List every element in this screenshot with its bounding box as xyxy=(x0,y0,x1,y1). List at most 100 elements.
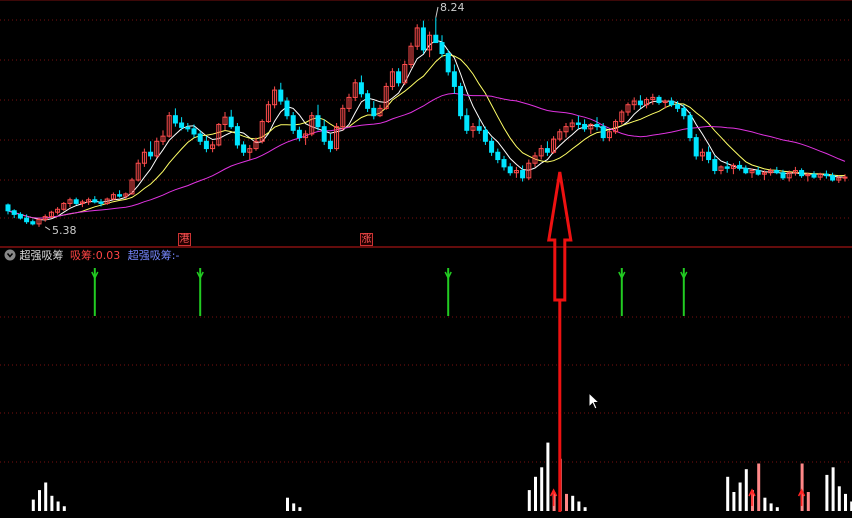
candle xyxy=(148,141,154,160)
candle-body xyxy=(520,170,526,179)
candle-body xyxy=(241,144,247,153)
candle-body xyxy=(637,100,643,106)
candle-body xyxy=(439,42,445,55)
candle xyxy=(792,166,798,176)
candle-body xyxy=(507,166,513,174)
candle xyxy=(154,137,160,159)
candle xyxy=(464,108,470,134)
signal-arrow xyxy=(196,268,204,316)
candle xyxy=(110,192,116,201)
candle-body xyxy=(830,175,836,181)
histogram-bar xyxy=(56,501,60,511)
candle xyxy=(706,146,712,164)
candle-body xyxy=(30,221,36,225)
histogram-bar xyxy=(62,506,66,511)
candle xyxy=(507,163,513,176)
indicator-name[interactable]: 超强吸筹 xyxy=(20,249,64,262)
candle-body xyxy=(234,126,240,146)
candle xyxy=(5,203,11,215)
badge-zhang: 涨 xyxy=(360,233,373,246)
candle-body xyxy=(712,159,718,172)
candle-body xyxy=(5,204,11,212)
candle xyxy=(402,60,408,85)
candle xyxy=(799,168,805,178)
candle-body xyxy=(73,199,79,204)
candle xyxy=(458,82,464,120)
candle-body xyxy=(681,107,687,117)
histogram-bar xyxy=(831,467,835,511)
candle xyxy=(805,172,811,182)
candle-body xyxy=(396,71,402,84)
candle xyxy=(588,123,594,134)
candle-body xyxy=(358,82,364,95)
candle xyxy=(656,95,662,105)
candle xyxy=(439,35,445,58)
candle xyxy=(389,68,395,91)
candle-body xyxy=(743,167,749,174)
candle-body xyxy=(451,71,457,87)
histogram-bar xyxy=(744,469,748,511)
candle-body xyxy=(706,151,712,161)
candle-body xyxy=(668,100,674,106)
candle xyxy=(272,86,278,109)
candle-body xyxy=(501,159,507,168)
candle xyxy=(371,101,377,120)
candle-body xyxy=(489,140,495,153)
candle xyxy=(247,144,253,160)
candle xyxy=(79,199,85,208)
histogram-bar xyxy=(763,497,767,511)
candle xyxy=(265,101,271,123)
candle-body xyxy=(600,126,606,139)
histogram-bar xyxy=(837,486,841,511)
candle xyxy=(17,212,23,220)
candle xyxy=(290,112,296,134)
collapse-circle-icon[interactable] xyxy=(4,249,16,261)
candle-body xyxy=(464,115,470,131)
indicator-header: 超强吸筹 吸筹:0.03 超强吸筹:- xyxy=(4,248,179,264)
histogram-bar xyxy=(583,507,587,511)
candle-body xyxy=(172,115,178,124)
candle xyxy=(321,119,327,145)
histogram-bar xyxy=(726,476,730,511)
indicator-value-label-1: 吸筹: xyxy=(70,249,96,262)
candle xyxy=(582,119,588,132)
candle-body xyxy=(203,140,209,150)
candle xyxy=(166,112,172,138)
candle xyxy=(743,165,749,175)
histogram-bar xyxy=(565,493,568,511)
candle xyxy=(482,126,488,145)
histogram-bar xyxy=(50,495,54,511)
candle-body xyxy=(482,129,488,142)
candle xyxy=(340,104,346,131)
candle xyxy=(823,170,829,179)
candle xyxy=(222,112,228,131)
candle-body xyxy=(17,213,23,219)
candle xyxy=(476,119,482,134)
candle xyxy=(501,155,507,171)
candle xyxy=(117,190,123,198)
candle-body xyxy=(823,173,829,177)
candle xyxy=(712,155,718,175)
candle-body xyxy=(656,96,662,104)
candle xyxy=(495,148,501,164)
candle-body xyxy=(687,115,693,139)
candle xyxy=(61,201,67,211)
candle xyxy=(414,24,420,50)
candle-body xyxy=(799,170,805,177)
candle-body xyxy=(92,199,98,203)
small-up-arrow xyxy=(549,488,558,506)
candle xyxy=(433,17,439,44)
badge-gang: 港 xyxy=(178,233,191,246)
candle xyxy=(129,177,135,195)
histogram-bar xyxy=(844,493,847,511)
candle xyxy=(619,109,625,125)
histogram-bar xyxy=(825,474,829,511)
candle-body xyxy=(755,170,761,175)
histogram-bar xyxy=(571,495,575,511)
candle xyxy=(569,119,575,131)
candle-body xyxy=(321,126,327,142)
candle xyxy=(830,172,836,182)
candle-body xyxy=(420,27,426,51)
histogram-bar xyxy=(298,507,302,511)
candle-body xyxy=(842,176,848,179)
